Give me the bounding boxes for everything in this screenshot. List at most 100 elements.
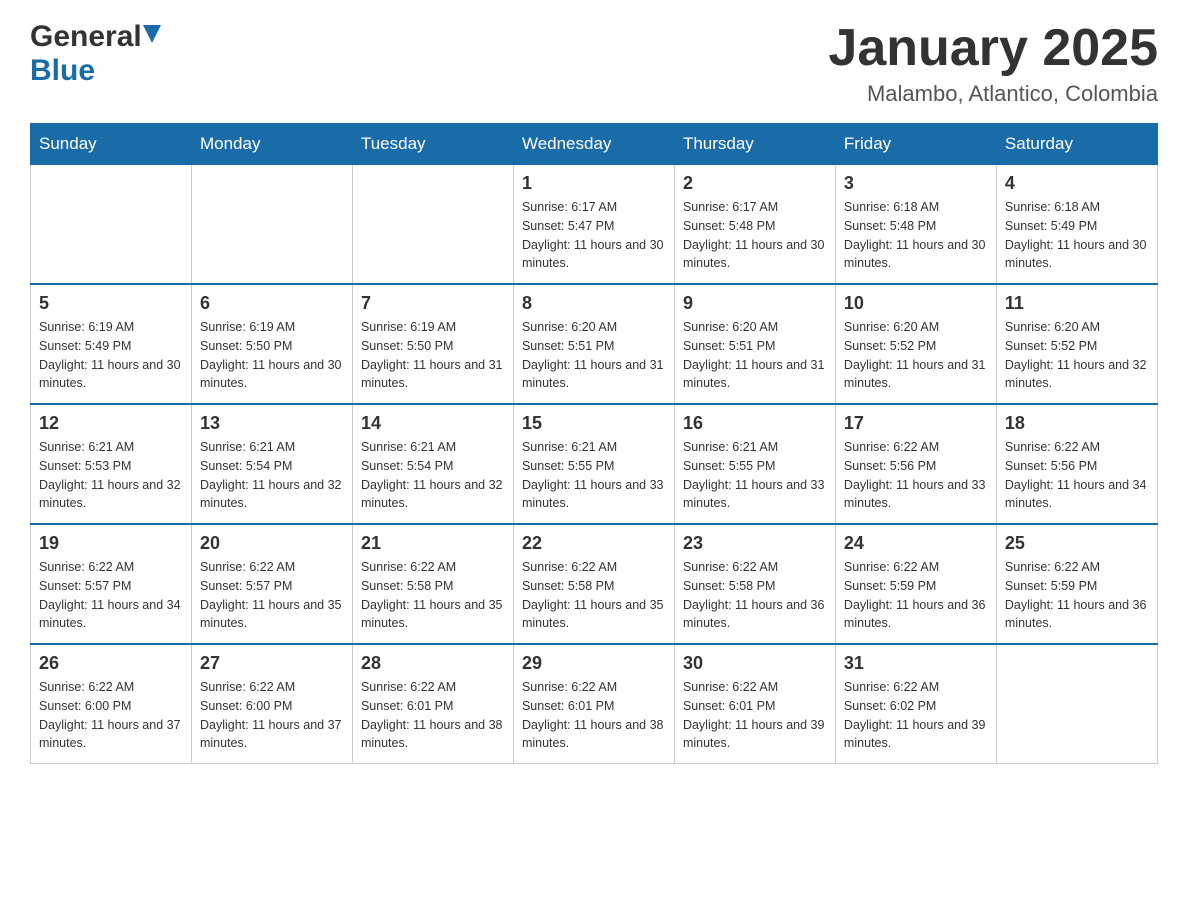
day-info: Sunrise: 6:18 AM Sunset: 5:48 PM Dayligh… (844, 198, 988, 273)
table-row: 19 Sunrise: 6:22 AM Sunset: 5:57 PM Dayli… (31, 524, 192, 644)
col-saturday: Saturday (996, 124, 1157, 165)
col-wednesday: Wednesday (513, 124, 674, 165)
table-row: 11 Sunrise: 6:20 AM Sunset: 5:52 PM Dayli… (996, 284, 1157, 404)
calendar-table: Sunday Monday Tuesday Wednesday Thursday… (30, 123, 1158, 764)
day-number: 13 (200, 413, 344, 434)
table-row: 4Sunrise: 6:18 AM Sunset: 5:49 PM Daylig… (996, 165, 1157, 285)
day-info: Sunrise: 6:19 AM Sunset: 5:50 PM Dayligh… (361, 318, 505, 393)
day-info: Sunrise: 6:22 AM Sunset: 5:59 PM Dayligh… (844, 558, 988, 633)
day-number: 8 (522, 293, 666, 314)
day-number: 1 (522, 173, 666, 194)
day-number: 25 (1005, 533, 1149, 554)
col-sunday: Sunday (31, 124, 192, 165)
day-info: Sunrise: 6:22 AM Sunset: 5:58 PM Dayligh… (683, 558, 827, 633)
table-row: 13Sunrise: 6:21 AM Sunset: 5:54 PM Dayli… (191, 404, 352, 524)
day-info: Sunrise: 6:19 AM Sunset: 5:50 PM Dayligh… (200, 318, 344, 393)
day-number: 4 (1005, 173, 1149, 194)
col-thursday: Thursday (674, 124, 835, 165)
table-row: 8 Sunrise: 6:20 AM Sunset: 5:51 PM Daylig… (513, 284, 674, 404)
logo-blue-text: Blue (30, 54, 95, 87)
day-info: Sunrise: 6:20 AM Sunset: 5:51 PM Dayligh… (522, 318, 666, 393)
logo-general-text: General (30, 20, 142, 54)
title-section: January 2025 Malambo, Atlantico, Colombi… (828, 20, 1158, 107)
day-number: 30 (683, 653, 827, 674)
day-info: Sunrise: 6:21 AM Sunset: 5:55 PM Dayligh… (522, 438, 666, 513)
day-number: 16 (683, 413, 827, 434)
table-row: 28 Sunrise: 6:22 AM Sunset: 6:01 PM Dayli… (352, 644, 513, 764)
table-row: 18Sunrise: 6:22 AM Sunset: 5:56 PM Dayli… (996, 404, 1157, 524)
day-number: 31 (844, 653, 988, 674)
day-info: Sunrise: 6:22 AM Sunset: 6:01 PM Dayligh… (361, 678, 505, 753)
location-title: Malambo, Atlantico, Colombia (828, 81, 1158, 107)
table-row: 9Sunrise: 6:20 AM Sunset: 5:51 PM Daylig… (674, 284, 835, 404)
table-row: 10Sunrise: 6:20 AM Sunset: 5:52 PM Dayli… (835, 284, 996, 404)
day-info: Sunrise: 6:22 AM Sunset: 5:58 PM Dayligh… (361, 558, 505, 633)
table-row: 14 Sunrise: 6:21 AM Sunset: 5:54 PM Dayli… (352, 404, 513, 524)
table-row: 30Sunrise: 6:22 AM Sunset: 6:01 PM Dayli… (674, 644, 835, 764)
table-row (996, 644, 1157, 764)
col-monday: Monday (191, 124, 352, 165)
calendar-week-row: 12Sunrise: 6:21 AM Sunset: 5:53 PM Dayli… (31, 404, 1158, 524)
table-row: 20 Sunrise: 6:22 AM Sunset: 5:57 PM Dayli… (191, 524, 352, 644)
day-info: Sunrise: 6:21 AM Sunset: 5:53 PM Dayligh… (39, 438, 183, 513)
day-number: 19 (39, 533, 183, 554)
day-info: Sunrise: 6:17 AM Sunset: 5:48 PM Dayligh… (683, 198, 827, 273)
day-number: 26 (39, 653, 183, 674)
day-info: Sunrise: 6:21 AM Sunset: 5:54 PM Dayligh… (361, 438, 505, 513)
table-row (31, 165, 192, 285)
table-row (352, 165, 513, 285)
calendar-week-row: 1Sunrise: 6:17 AM Sunset: 5:47 PM Daylig… (31, 165, 1158, 285)
table-row: 7 Sunrise: 6:19 AM Sunset: 5:50 PM Daylig… (352, 284, 513, 404)
table-row: 26 Sunrise: 6:22 AM Sunset: 6:00 PM Dayli… (31, 644, 192, 764)
table-row: 31Sunrise: 6:22 AM Sunset: 6:02 PM Dayli… (835, 644, 996, 764)
day-number: 3 (844, 173, 988, 194)
table-row: 21 Sunrise: 6:22 AM Sunset: 5:58 PM Dayli… (352, 524, 513, 644)
day-number: 7 (361, 293, 505, 314)
day-info: Sunrise: 6:22 AM Sunset: 5:58 PM Dayligh… (522, 558, 666, 633)
table-row: 2 Sunrise: 6:17 AM Sunset: 5:48 PM Daylig… (674, 165, 835, 285)
calendar-header-row: Sunday Monday Tuesday Wednesday Thursday… (31, 124, 1158, 165)
day-number: 23 (683, 533, 827, 554)
table-row: 25 Sunrise: 6:22 AM Sunset: 5:59 PM Dayli… (996, 524, 1157, 644)
day-number: 2 (683, 173, 827, 194)
calendar-week-row: 5 Sunrise: 6:19 AM Sunset: 5:49 PM Daylig… (31, 284, 1158, 404)
logo-triangle-icon (142, 23, 162, 48)
day-info: Sunrise: 6:20 AM Sunset: 5:51 PM Dayligh… (683, 318, 827, 393)
day-number: 18 (1005, 413, 1149, 434)
table-row: 24 Sunrise: 6:22 AM Sunset: 5:59 PM Dayli… (835, 524, 996, 644)
calendar-week-row: 19 Sunrise: 6:22 AM Sunset: 5:57 PM Dayli… (31, 524, 1158, 644)
day-info: Sunrise: 6:19 AM Sunset: 5:49 PM Dayligh… (39, 318, 183, 393)
table-row: 17Sunrise: 6:22 AM Sunset: 5:56 PM Dayli… (835, 404, 996, 524)
day-number: 11 (1005, 293, 1149, 314)
day-number: 6 (200, 293, 344, 314)
day-info: Sunrise: 6:22 AM Sunset: 6:00 PM Dayligh… (39, 678, 183, 753)
table-row: 22 Sunrise: 6:22 AM Sunset: 5:58 PM Dayli… (513, 524, 674, 644)
day-number: 14 (361, 413, 505, 434)
day-number: 22 (522, 533, 666, 554)
day-info: Sunrise: 6:22 AM Sunset: 6:00 PM Dayligh… (200, 678, 344, 753)
day-info: Sunrise: 6:20 AM Sunset: 5:52 PM Dayligh… (844, 318, 988, 393)
day-number: 24 (844, 533, 988, 554)
table-row: 12Sunrise: 6:21 AM Sunset: 5:53 PM Dayli… (31, 404, 192, 524)
table-row: 1Sunrise: 6:17 AM Sunset: 5:47 PM Daylig… (513, 165, 674, 285)
table-row: 23 Sunrise: 6:22 AM Sunset: 5:58 PM Dayli… (674, 524, 835, 644)
day-number: 28 (361, 653, 505, 674)
col-tuesday: Tuesday (352, 124, 513, 165)
table-row: 6 Sunrise: 6:19 AM Sunset: 5:50 PM Daylig… (191, 284, 352, 404)
logo: General Blue (30, 20, 162, 88)
table-row: 29Sunrise: 6:22 AM Sunset: 6:01 PM Dayli… (513, 644, 674, 764)
day-info: Sunrise: 6:21 AM Sunset: 5:55 PM Dayligh… (683, 438, 827, 513)
day-info: Sunrise: 6:22 AM Sunset: 5:59 PM Dayligh… (1005, 558, 1149, 633)
day-number: 20 (200, 533, 344, 554)
day-number: 5 (39, 293, 183, 314)
calendar-week-row: 26 Sunrise: 6:22 AM Sunset: 6:00 PM Dayli… (31, 644, 1158, 764)
day-number: 21 (361, 533, 505, 554)
day-info: Sunrise: 6:20 AM Sunset: 5:52 PM Dayligh… (1005, 318, 1149, 393)
table-row (191, 165, 352, 285)
col-friday: Friday (835, 124, 996, 165)
day-number: 15 (522, 413, 666, 434)
day-info: Sunrise: 6:22 AM Sunset: 5:57 PM Dayligh… (39, 558, 183, 633)
day-number: 17 (844, 413, 988, 434)
day-number: 29 (522, 653, 666, 674)
day-info: Sunrise: 6:22 AM Sunset: 5:57 PM Dayligh… (200, 558, 344, 633)
